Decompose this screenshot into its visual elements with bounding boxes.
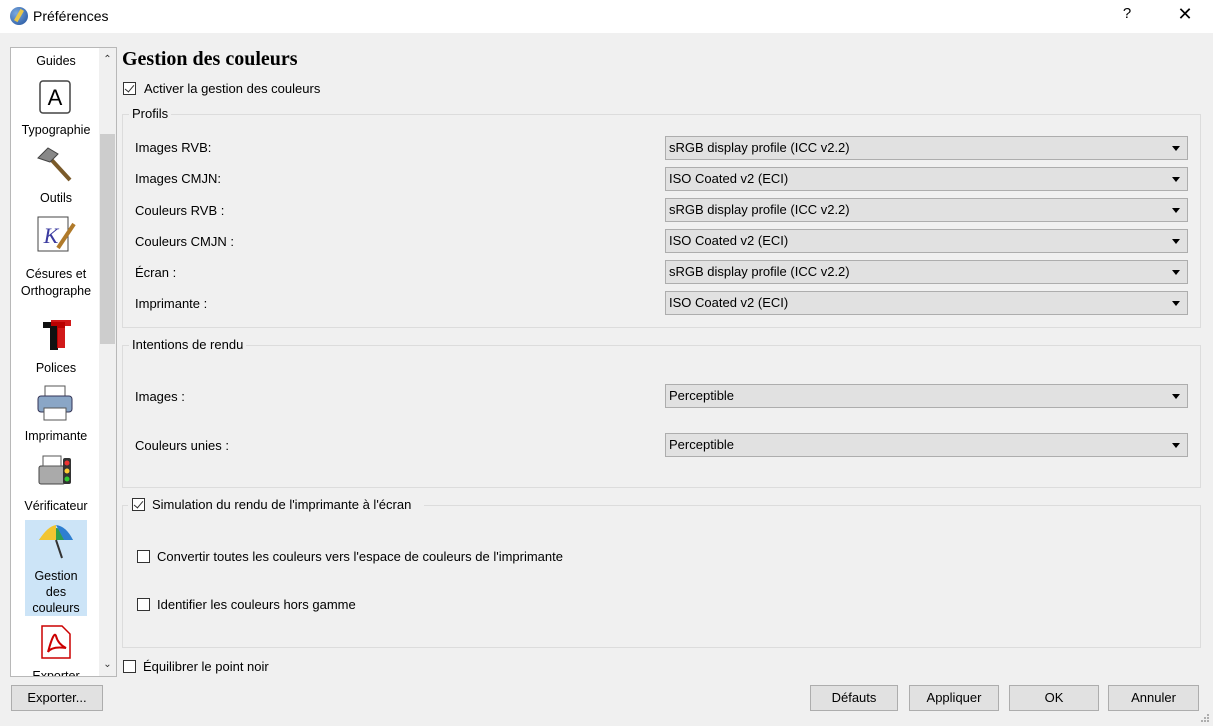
sidebar-item-tools[interactable]: Outils: [11, 146, 101, 208]
defaults-button[interactable]: Défauts: [810, 685, 898, 711]
apply-button[interactable]: Appliquer: [909, 685, 999, 711]
export-settings-button[interactable]: Exporter...: [11, 685, 103, 711]
sidebar-item-label: Polices: [35, 361, 77, 375]
title-bar: Préférences ? ✕: [0, 0, 1213, 33]
sidebar-item-guides[interactable]: Guides: [11, 53, 101, 73]
preferences-sidebar[interactable]: Guides A Typographie Outils K Césures et…: [10, 47, 117, 677]
rgb-images-profile-select[interactable]: sRGB display profile (ICC v2.2): [665, 136, 1188, 160]
solid-colors-intent-label: Couleurs unies :: [135, 438, 229, 453]
close-button[interactable]: ✕: [1170, 4, 1200, 28]
sidebar-scrollbar[interactable]: ⌃ ⌄: [99, 48, 116, 676]
simulate-printer-label[interactable]: Simulation du rendu de l'imprimante à l'…: [152, 497, 411, 512]
svg-text:A: A: [48, 85, 63, 110]
rgb-colors-profile-select[interactable]: sRGB display profile (ICC v2.2): [665, 198, 1188, 222]
page-title: Gestion des couleurs: [122, 48, 298, 70]
help-button[interactable]: ?: [1115, 5, 1139, 27]
dropdown-arrow-icon: [1172, 239, 1180, 244]
cmyk-colors-profile-select[interactable]: ISO Coated v2 (ECI): [665, 229, 1188, 253]
sidebar-item-label: Guides: [36, 54, 76, 68]
preflight-verifier-icon: [38, 455, 71, 485]
out-of-gamut-label[interactable]: Identifier les couleurs hors gamme: [157, 597, 356, 612]
images-intent-select[interactable]: Perceptible: [665, 384, 1188, 408]
rgb-colors-label: Couleurs RVB :: [135, 203, 225, 218]
dropdown-arrow-icon: [1172, 177, 1180, 182]
screen-label: Écran :: [135, 265, 177, 280]
select-value: Perceptible: [669, 388, 735, 403]
sidebar-item-label: Imprimante: [24, 429, 88, 443]
rgb-images-label: Images RVB:: [135, 140, 212, 155]
printer-icon: [37, 385, 73, 421]
dropdown-arrow-icon: [1172, 270, 1180, 275]
hyphenation-icon: K: [37, 216, 76, 252]
cmyk-colors-label: Couleurs CMJN :: [135, 234, 234, 249]
images-intent-label: Images :: [135, 389, 185, 404]
rendering-intents-group-title: Intentions de rendu: [129, 337, 247, 352]
sidebar-item-label: Outils: [40, 191, 72, 205]
sidebar-item-label: Exporter: [32, 669, 80, 677]
dropdown-arrow-icon: [1172, 208, 1180, 213]
simulate-printer-checkbox[interactable]: [132, 498, 145, 511]
select-value: Perceptible: [669, 437, 735, 452]
convert-colors-checkbox[interactable]: [137, 550, 150, 563]
screen-profile-select[interactable]: sRGB display profile (ICC v2.2): [665, 260, 1188, 284]
dropdown-arrow-icon: [1172, 394, 1180, 399]
select-value: ISO Coated v2 (ECI): [669, 233, 789, 248]
svg-text:K: K: [43, 223, 60, 248]
enable-color-management-label[interactable]: Activer la gestion des couleurs: [144, 81, 320, 96]
dropdown-arrow-icon: [1172, 443, 1180, 448]
app-logo-icon: [10, 7, 28, 25]
solid-colors-intent-select[interactable]: Perceptible: [665, 433, 1188, 457]
sidebar-item-label: couleurs: [32, 601, 80, 615]
sidebar-item-color-management[interactable]: Gestion des couleurs: [25, 520, 87, 616]
hammer-icon: [37, 147, 72, 182]
dropdown-arrow-icon: [1172, 301, 1180, 306]
convert-colors-label[interactable]: Convertir toutes les couleurs vers l'esp…: [157, 549, 563, 564]
printer-profile-select[interactable]: ISO Coated v2 (ECI): [665, 291, 1188, 315]
ok-button[interactable]: OK: [1009, 685, 1099, 711]
rendering-intents-group: [122, 345, 1201, 488]
cancel-button[interactable]: Annuler: [1108, 685, 1199, 711]
sidebar-item-verifier[interactable]: Vérificateur: [11, 452, 101, 518]
enable-color-management-checkbox[interactable]: [123, 82, 136, 95]
out-of-gamut-checkbox[interactable]: [137, 598, 150, 611]
sidebar-item-label: Typographie: [21, 123, 91, 137]
window-title: Préférences: [33, 8, 109, 24]
typography-icon: A: [39, 80, 71, 114]
select-value: sRGB display profile (ICC v2.2): [669, 140, 850, 155]
select-value: sRGB display profile (ICC v2.2): [669, 264, 850, 279]
sidebar-item-label: Gestion: [34, 569, 78, 583]
sidebar-item-label: Orthographe: [20, 284, 92, 298]
sidebar-item-label: Césures et: [25, 267, 87, 281]
umbrella-icon: [39, 525, 73, 559]
sidebar-item-label: Vérificateur: [24, 499, 88, 513]
printer-label: Imprimante :: [135, 296, 208, 311]
resize-grip-icon[interactable]: [1200, 713, 1210, 723]
sidebar-item-fonts[interactable]: Polices: [11, 316, 101, 380]
scrollbar-thumb[interactable]: [100, 134, 115, 344]
pdf-export-icon: [41, 625, 71, 659]
cmyk-images-profile-select[interactable]: ISO Coated v2 (ECI): [665, 167, 1188, 191]
select-value: ISO Coated v2 (ECI): [669, 171, 789, 186]
cmyk-images-label: Images CMJN:: [135, 171, 221, 186]
sidebar-item-export[interactable]: Exporter: [11, 624, 101, 677]
scroll-up-icon[interactable]: ⌃: [99, 51, 116, 68]
black-point-checkbox[interactable]: [123, 660, 136, 673]
sidebar-item-label: des: [45, 585, 67, 599]
select-value: ISO Coated v2 (ECI): [669, 295, 789, 310]
sidebar-item-hyphenation[interactable]: K Césures et Orthographe: [11, 214, 101, 300]
select-value: sRGB display profile (ICC v2.2): [669, 202, 850, 217]
dropdown-arrow-icon: [1172, 146, 1180, 151]
black-point-label[interactable]: Équilibrer le point noir: [143, 659, 269, 674]
sidebar-item-typography[interactable]: A Typographie: [11, 80, 101, 140]
fonts-icon: [43, 320, 71, 350]
profiles-group-title: Profils: [129, 106, 172, 121]
simulation-group: [122, 505, 1201, 648]
scroll-down-icon[interactable]: ⌄: [99, 656, 116, 673]
sidebar-item-printer[interactable]: Imprimante: [11, 384, 101, 448]
